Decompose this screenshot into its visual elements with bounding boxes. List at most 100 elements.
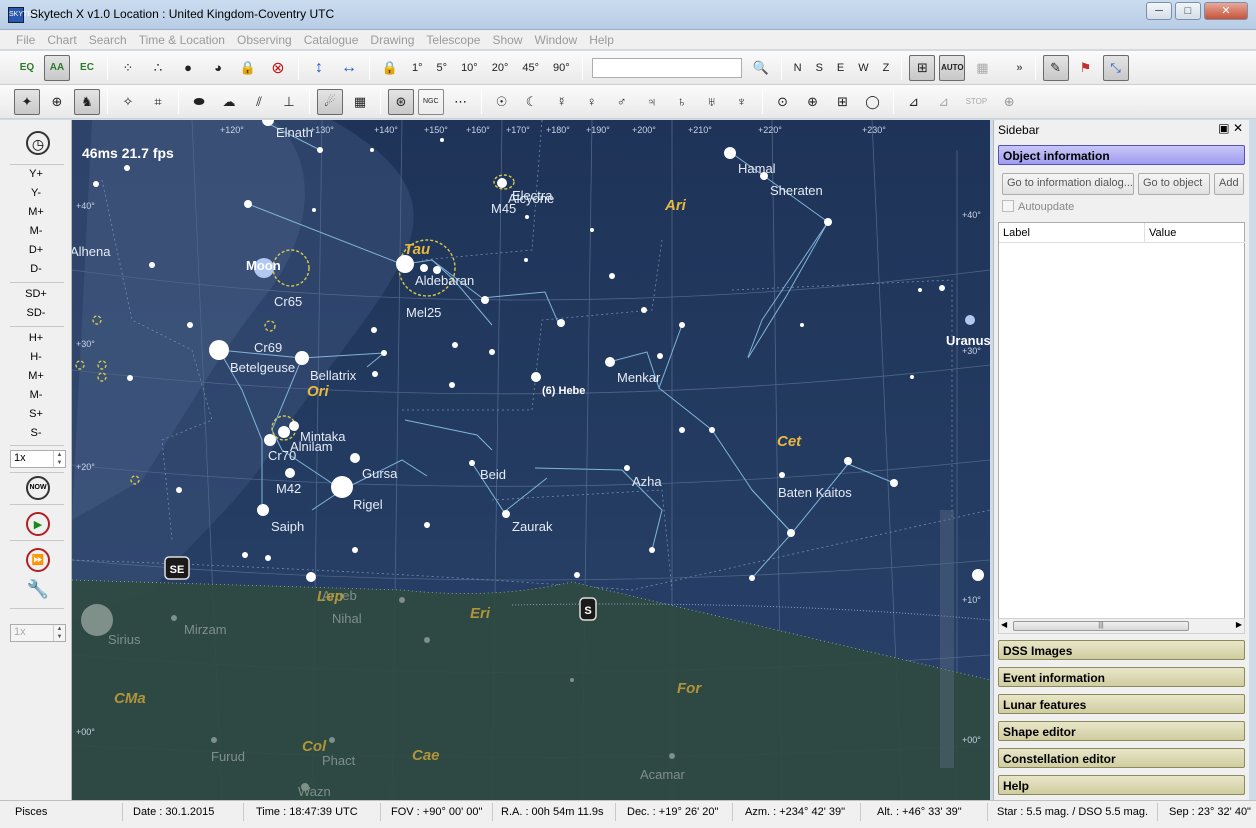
fov-90-button[interactable]: 90°	[548, 55, 575, 81]
milky-way-icon[interactable]: ♞	[74, 88, 100, 115]
eq-coords-button[interactable]: EQ	[14, 55, 40, 81]
jupiter-icon[interactable]: ♃	[639, 89, 665, 115]
menu-window[interactable]: Window	[529, 30, 584, 49]
column-header-value[interactable]: Value	[1145, 223, 1245, 243]
fov-lock-icon[interactable]: 🔒	[377, 55, 403, 81]
time-step-spinbox-2[interactable]: 1x ▲ ▼	[10, 624, 66, 642]
constellation-lines-icon[interactable]: ✧	[115, 89, 141, 115]
menu-time-location[interactable]: Time & Location	[133, 30, 231, 49]
venus-icon[interactable]: ♀	[579, 89, 605, 115]
section-help[interactable]: Help	[998, 775, 1245, 795]
section-dss-images[interactable]: DSS Images	[998, 640, 1245, 660]
star-icon[interactable]: ✦	[14, 88, 40, 115]
go-to-object-button[interactable]: Go to object	[1138, 173, 1210, 195]
dso-icon[interactable]: ●	[175, 55, 201, 81]
fov-20-button[interactable]: 20°	[487, 55, 514, 81]
autoupdate-checkbox[interactable]: Autoupdate	[1002, 200, 1074, 213]
fov-10-button[interactable]: 10°	[456, 55, 483, 81]
table-horizontal-scrollbar[interactable]: ◀ ||| ▶	[998, 618, 1245, 634]
minute-plus-button[interactable]: M+	[0, 370, 72, 382]
fast-forward-icon[interactable]: ⏩	[26, 548, 50, 572]
year-plus-button[interactable]: Y+	[0, 168, 72, 180]
galaxy-icon[interactable]: ⬬	[186, 89, 212, 115]
comet-toggle-icon[interactable]: ☄	[317, 88, 343, 115]
comet-icon[interactable]: ✎	[1042, 54, 1069, 81]
sidereal-day-minus-button[interactable]: SD-	[0, 307, 72, 319]
menu-catalogue[interactable]: Catalogue	[298, 30, 365, 49]
scale-icon[interactable]: ⊞	[909, 54, 936, 81]
close-button[interactable]: ✕	[1204, 2, 1248, 20]
chart-grid-icon[interactable]: ▦	[347, 89, 373, 115]
mercury-icon[interactable]: ☿	[549, 89, 575, 115]
saturn-icon[interactable]: ♄	[669, 89, 695, 115]
minimize-button[interactable]: ─	[1146, 2, 1172, 20]
search-input[interactable]	[591, 57, 742, 78]
constellation-boundaries-icon[interactable]: ⌗	[145, 89, 171, 115]
sidereal-day-plus-button[interactable]: SD+	[0, 288, 72, 300]
telescope-icon[interactable]: ⊿	[901, 89, 927, 115]
uranus-icon[interactable]: ♅	[699, 89, 725, 115]
menu-observing[interactable]: Observing	[231, 30, 298, 49]
menu-chart[interactable]: Chart	[41, 30, 82, 49]
meteor-icon[interactable]: ⫽	[246, 89, 272, 115]
goto-icon[interactable]: ⊕	[996, 89, 1022, 115]
section-event-information[interactable]: Event information	[998, 667, 1245, 687]
moon-icon[interactable]: ☾	[519, 89, 545, 115]
nebula-icon[interactable]: ☁	[216, 89, 242, 115]
month-minus-button[interactable]: M-	[0, 225, 72, 237]
spin-arrows-icon[interactable]: ▲ ▼	[53, 451, 65, 467]
checkbox-box[interactable]	[1002, 200, 1014, 212]
minute-minus-button[interactable]: M-	[0, 389, 72, 401]
grid-icon[interactable]: ▦	[969, 55, 995, 81]
menu-drawing[interactable]: Drawing	[364, 30, 420, 49]
column-header-label[interactable]: Label	[999, 223, 1145, 243]
year-minus-button[interactable]: Y-	[0, 187, 72, 199]
lock-icon[interactable]: 🔒	[235, 55, 261, 81]
menu-help[interactable]: Help	[583, 30, 620, 49]
scroll-thumb[interactable]: |||	[1013, 621, 1189, 631]
sky-chart[interactable]: +120° +130° +140° +150° +160° +170° +180…	[72, 120, 990, 800]
sky-scroll-indicator[interactable]	[940, 510, 954, 768]
target-icon[interactable]: ⊕	[800, 89, 826, 115]
direction-south-button[interactable]: S	[811, 55, 828, 81]
rectangle-icon[interactable]: ⊞	[830, 89, 856, 115]
menu-file[interactable]: File	[10, 30, 41, 49]
menu-telescope[interactable]: Telescope	[420, 30, 486, 49]
fov-5-button[interactable]: 5°	[432, 55, 453, 81]
telescope-crosshair-icon[interactable]: ⊙	[770, 89, 796, 115]
spin-arrows-icon[interactable]: ▲ ▼	[53, 625, 65, 641]
hour-plus-button[interactable]: H+	[0, 332, 72, 344]
telescope-disabled-icon[interactable]: ⊿	[931, 89, 957, 115]
object-info-table[interactable]: Label Value	[998, 222, 1245, 620]
section-constellation-editor[interactable]: Constellation editor	[998, 748, 1245, 768]
wrench-icon[interactable]: 🔧	[26, 578, 50, 602]
sky-canvas[interactable]: +120° +130° +140° +150° +160° +170° +180…	[72, 120, 990, 800]
ec-coords-button[interactable]: EC	[74, 55, 100, 81]
scroll-left-icon[interactable]: ◀	[1001, 620, 1007, 629]
cancel-icon[interactable]: ⊗	[265, 55, 291, 81]
second-plus-button[interactable]: S+	[0, 408, 72, 420]
add-button[interactable]: Add	[1214, 173, 1244, 195]
direction-west-button[interactable]: W	[853, 55, 873, 81]
flip-horizontal-icon[interactable]: ↔	[336, 55, 362, 81]
stars-icon[interactable]: ⁘	[115, 55, 141, 81]
sun-icon[interactable]: ☉	[489, 89, 515, 115]
menu-search[interactable]: Search	[83, 30, 133, 49]
satellite-icon[interactable]: ⤡	[1102, 54, 1129, 81]
now-button[interactable]: NOW	[26, 476, 50, 500]
star-magnitude-icon[interactable]: ∴	[145, 55, 171, 81]
mars-icon[interactable]: ♂	[609, 89, 635, 115]
play-icon[interactable]: ▶	[26, 512, 50, 536]
flip-vertical-icon[interactable]: ↕	[306, 55, 332, 81]
toolbar-overflow-button[interactable]: »	[1011, 55, 1027, 81]
second-minus-button[interactable]: S-	[0, 427, 72, 439]
section-object-information[interactable]: Object information	[998, 145, 1245, 165]
direction-zenith-button[interactable]: Z	[878, 55, 895, 81]
clock-icon[interactable]: ◷	[26, 131, 50, 155]
time-step-spinbox[interactable]: 1x ▲ ▼	[10, 450, 66, 468]
section-lunar-features[interactable]: Lunar features	[998, 694, 1245, 714]
go-to-information-dialog-button[interactable]: Go to information dialog...	[1002, 173, 1134, 195]
dotted-line-icon[interactable]: ⋯	[448, 89, 474, 115]
aa-coords-button[interactable]: AA	[44, 54, 70, 81]
grid-circle-icon[interactable]: ⊕	[44, 89, 70, 115]
